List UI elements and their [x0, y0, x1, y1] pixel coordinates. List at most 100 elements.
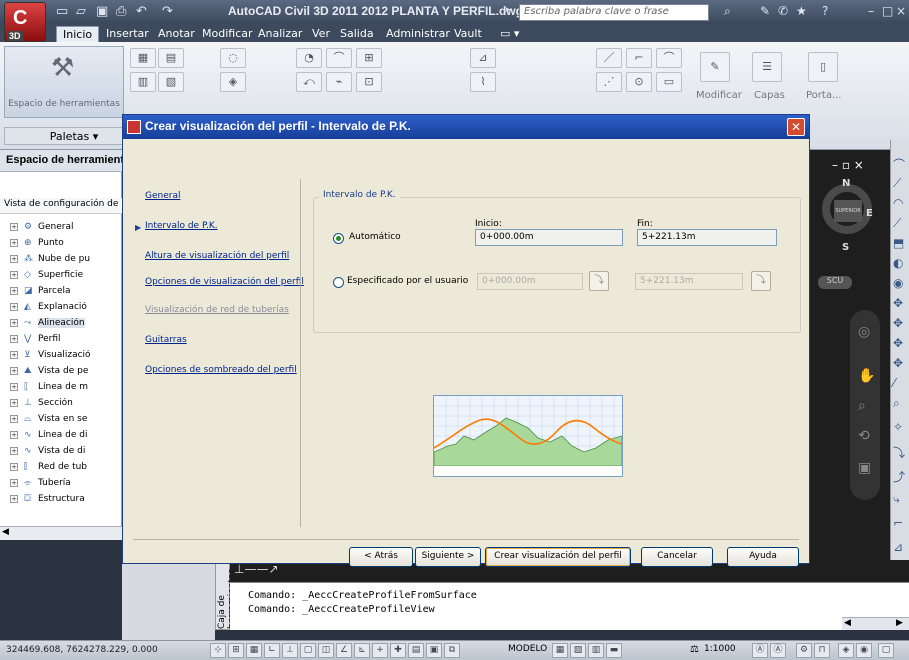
tree-item-grading[interactable]: + ◭ Explanació	[10, 302, 122, 318]
palette-icon-3[interactable]: ▥	[130, 72, 156, 92]
draw-rectangle-icon[interactable]: ▭	[656, 72, 682, 92]
auto-scale-icon[interactable]: Ⓐ	[770, 643, 786, 658]
toolbar-icon-3[interactable]: ◠	[893, 196, 903, 210]
tree-item-pipe[interactable]: + ⌯ Tubería	[10, 478, 122, 494]
auto-end-field[interactable]: 5+221.13m	[637, 229, 777, 246]
viewcube-north[interactable]: N	[842, 178, 850, 189]
subscription-icon[interactable]: ✎	[760, 4, 770, 18]
maximize-viewport-icon[interactable]: ▥	[588, 643, 604, 658]
lineweight-icon[interactable]: ✚	[390, 643, 406, 658]
quick-view-layouts-icon[interactable]: ▦	[552, 643, 568, 658]
palette-icon-4[interactable]: ▧	[158, 72, 184, 92]
undo-icon[interactable]: ↶	[136, 4, 147, 19]
pick-end-station-icon[interactable]: ⤵	[751, 271, 771, 291]
steering-wheel-icon[interactable]: ◎	[858, 324, 870, 340]
ribbon-options-icon[interactable]: ▭ ▾	[494, 26, 525, 42]
scroll-left-icon[interactable]: ◀	[844, 618, 851, 628]
3d-osnap-icon[interactable]: ◫	[318, 643, 334, 658]
tab-salida[interactable]: Salida	[334, 26, 380, 42]
toolbar-icon-1[interactable]: ⌒	[893, 156, 905, 173]
tree-item-general[interactable]: + ⚙ General	[10, 222, 122, 238]
viewcube-east[interactable]: E	[866, 208, 873, 219]
isolate-objects-icon[interactable]: ◈	[838, 643, 854, 658]
nav-profile-hatch-options[interactable]: Opciones de sombreado del perfil	[145, 365, 297, 375]
tree-item-mass-haul-view[interactable]: + ∿ Vista de di	[10, 446, 122, 462]
viewport-controls[interactable]: – ▫ ×	[832, 158, 864, 172]
draw-hatch-icon[interactable]: ⋰	[596, 72, 622, 92]
osnap-icon[interactable]: ▢	[300, 643, 316, 658]
ortho-icon[interactable]: ∟	[264, 643, 280, 658]
annotation-scale-icon[interactable]: ⚖	[690, 644, 699, 655]
dyn-icon[interactable]: +	[372, 643, 388, 658]
create-design-icon-2[interactable]: ◈	[220, 72, 246, 92]
minimize-icon[interactable]: –	[868, 4, 874, 18]
create-profile-view-button[interactable]: Crear visualización del perfil	[485, 547, 631, 567]
toolbar-icon-17[interactable]: ⤷	[893, 492, 900, 507]
viewcube-face[interactable]: SUPERIOR	[834, 200, 862, 222]
nav-profile-display-options[interactable]: Opciones de visualización del perfil	[145, 277, 304, 287]
draw-circle-icon[interactable]: ⊙	[626, 72, 652, 92]
tab-analizar[interactable]: Analizar	[252, 26, 308, 42]
user-end-field[interactable]: 5+221.13m	[635, 273, 743, 290]
communication-icon[interactable]: ✆	[778, 4, 788, 18]
dialog-close-button[interactable]: ✕	[787, 118, 805, 136]
tab-vault[interactable]: Vault	[448, 26, 488, 42]
draw-polyline-icon[interactable]: ⌐	[626, 48, 652, 68]
pick-start-station-icon[interactable]: ⤵	[589, 271, 609, 291]
toolbar-icon-10[interactable]: ✥	[893, 336, 903, 350]
design-tool-icon-6[interactable]: ⊡	[356, 72, 382, 92]
layers-icon[interactable]: ☰	[752, 52, 782, 82]
tree-item-section[interactable]: + ⊥ Sección	[10, 398, 122, 414]
tree-item-surface[interactable]: + ◇ Superficie	[10, 270, 122, 286]
tree-item-mass-haul-line[interactable]: + ∿ Línea de di	[10, 430, 122, 446]
ducs-icon[interactable]: ⊾	[354, 643, 370, 658]
open-file-icon[interactable]: ▱	[76, 4, 86, 19]
zoom-icon[interactable]: ⌕	[858, 398, 866, 414]
ucs-menu[interactable]: SCU	[818, 276, 852, 289]
search-input[interactable]: Escriba palabra clave o frase	[519, 4, 709, 21]
tab-inicio[interactable]: Inicio	[56, 26, 100, 42]
next-button[interactable]: Siguiente >	[415, 547, 481, 567]
nav-station-range[interactable]: Intervalo de P.K.	[145, 221, 218, 231]
toolbar-icon-12[interactable]: ⁄	[893, 376, 895, 390]
pan-status-icon[interactable]: ▬	[606, 643, 622, 658]
toolbar-icon-8[interactable]: ✥	[893, 296, 903, 310]
palette-icon-2[interactable]: ▤	[158, 48, 184, 68]
tab-anotar[interactable]: Anotar	[152, 26, 201, 42]
profile-tool-icon-1[interactable]: ⊿	[470, 48, 496, 68]
tab-modificar[interactable]: Modificar	[196, 26, 259, 42]
nav-data-bands[interactable]: Guitarras	[145, 335, 187, 345]
print-icon[interactable]: ⎙	[116, 4, 126, 19]
infer-constraints-icon[interactable]: ⊹	[210, 643, 226, 658]
modify-icon[interactable]: ✎	[700, 52, 730, 82]
polar-icon[interactable]: ⟂	[282, 643, 298, 658]
nav-profile-view-height[interactable]: Altura de visualización del perfil	[145, 251, 289, 261]
automatic-radio[interactable]	[333, 233, 344, 244]
coordinates-readout[interactable]: 324469.608, 7624278.229, 0.000	[6, 645, 158, 655]
toolbar-icon-13[interactable]: ⌕	[893, 396, 900, 411]
save-icon[interactable]: ▣	[96, 4, 108, 19]
viewcube-south[interactable]: S	[842, 242, 849, 253]
tree-item-section-view-2[interactable]: + ⌓ Vista en se	[10, 414, 122, 430]
showmotion-icon[interactable]: ▣	[858, 460, 871, 476]
grid-icon[interactable]: ▦	[246, 643, 262, 658]
quick-properties-icon[interactable]: ▣	[426, 643, 442, 658]
tree-item-profile-view[interactable]: + ⊻ Visualizació	[10, 350, 122, 366]
tree-item-sample-line[interactable]: + ⟦ Línea de m	[10, 382, 122, 398]
draw-line-icon[interactable]: ／	[596, 48, 622, 68]
annotation-scale[interactable]: 1:1000	[704, 644, 736, 654]
toolbar-icon-15[interactable]: ⤵	[893, 444, 905, 461]
tree-item-point-cloud[interactable]: + ⁂ Nube de pu	[10, 254, 122, 270]
design-tool-icon-2[interactable]: ⌒	[326, 48, 352, 68]
palette-icon-1[interactable]: ▦	[130, 48, 156, 68]
cancel-button[interactable]: Cancelar	[641, 547, 713, 567]
toolbar-icon-4[interactable]: ⟋	[893, 216, 901, 231]
clipboard-icon[interactable]: ▯	[808, 52, 838, 82]
toolbar-icon-18[interactable]: ⌐	[893, 516, 903, 530]
toolbar-icon-11[interactable]: ✥	[893, 356, 903, 370]
otrack-icon[interactable]: ∠	[336, 643, 352, 658]
profile-tool-icon-2[interactable]: ⌇	[470, 72, 496, 92]
workspace-switch-icon[interactable]: ⚙	[796, 643, 812, 658]
tab-administrar[interactable]: Administrar	[380, 26, 456, 42]
toolbar-icon-5[interactable]: ⬒	[893, 236, 904, 250]
